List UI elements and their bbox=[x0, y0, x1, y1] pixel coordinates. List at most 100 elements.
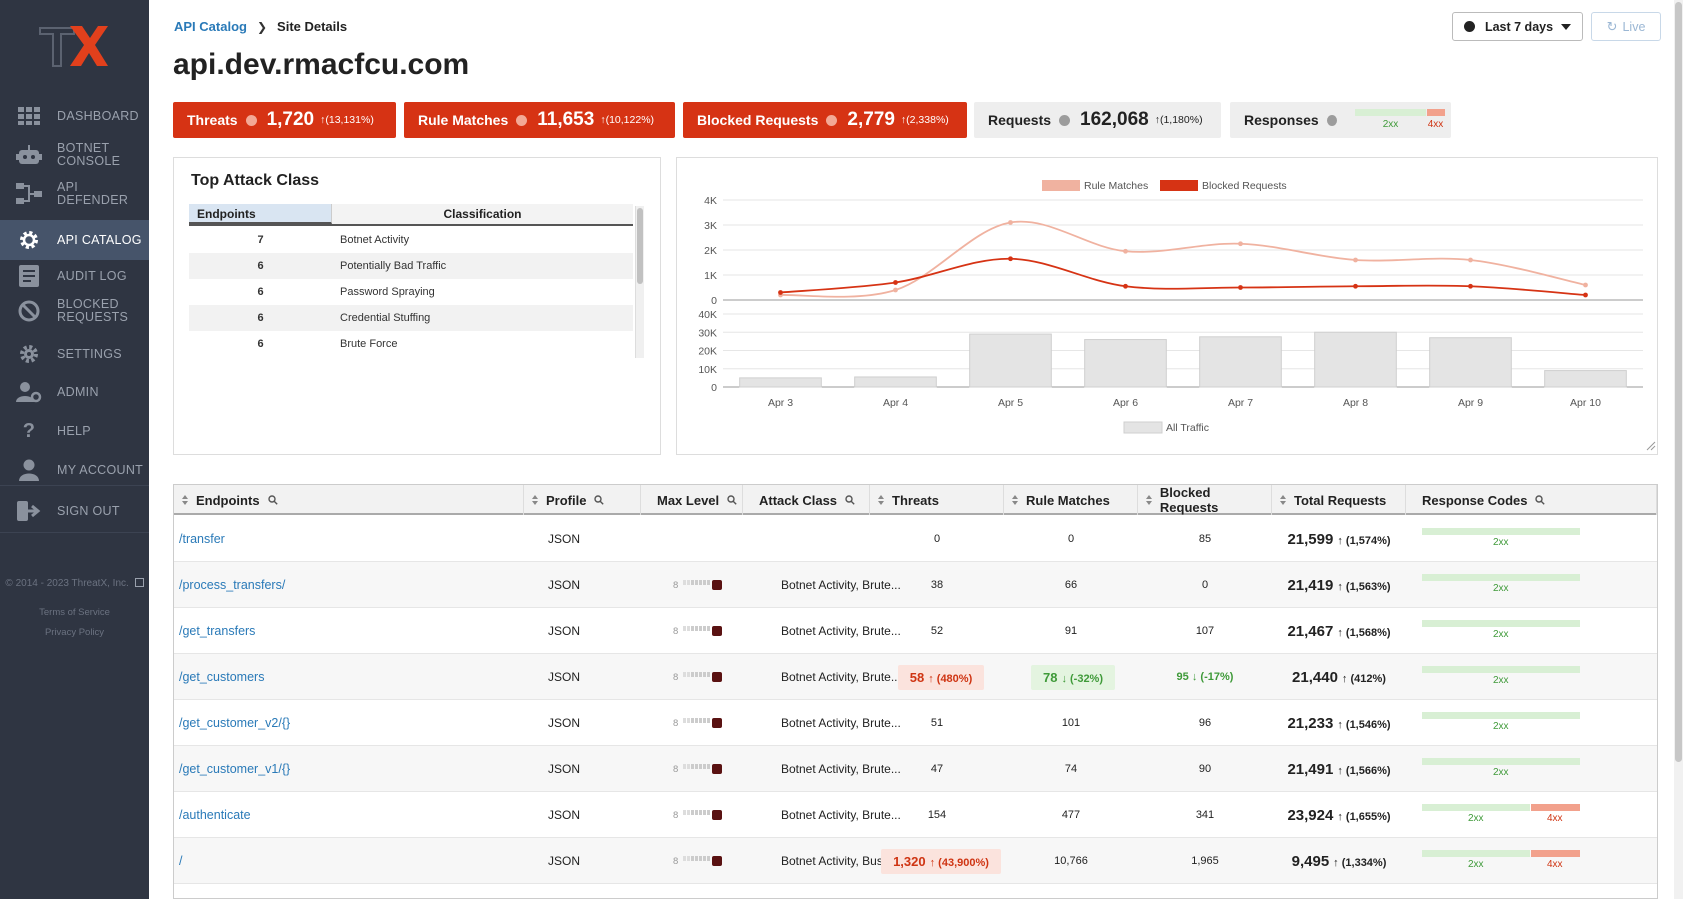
info-icon[interactable] bbox=[1326, 114, 1337, 126]
sort-icon[interactable] bbox=[1012, 495, 1020, 505]
table-row[interactable]: / JSON 8 Botnet Activity, Busin... 1,320 ↑ (4… bbox=[174, 838, 1657, 884]
sidebar-item-botnet-console[interactable]: Botnet Console bbox=[0, 141, 149, 169]
profile-cell: JSON bbox=[548, 854, 581, 868]
info-icon[interactable] bbox=[516, 114, 528, 126]
max-level-cell: 8 bbox=[673, 700, 743, 746]
x-tick-label: Apr 10 bbox=[1570, 397, 1601, 409]
caret-down-icon bbox=[1561, 23, 1572, 30]
panel-title: Top Attack Class bbox=[191, 172, 320, 189]
metric-value: 2,779 bbox=[847, 109, 895, 130]
series-line-blocked-requests bbox=[780, 257, 1586, 296]
metric-requests[interactable]: Requests 162,068 ↑(1,180%) bbox=[974, 102, 1221, 138]
threatx-logo[interactable] bbox=[38, 22, 108, 70]
sidebar-item-dashboard[interactable]: Dashboard bbox=[0, 102, 149, 130]
max-level-cell: 8 bbox=[673, 838, 743, 884]
response-2xx-label: 2xx bbox=[1493, 675, 1509, 686]
table-row[interactable]: /get_customers JSON 8 Botnet Activity, Brut… bbox=[174, 654, 1657, 700]
table-row[interactable]: /transfer JSON 0 0 85 21,599 ↑ (1,574%) 2xx bbox=[174, 516, 1657, 562]
attack-row[interactable]: 6 Password Spraying bbox=[189, 279, 633, 305]
col-rule-matches[interactable]: Rule Matches bbox=[1004, 485, 1138, 515]
info-icon[interactable] bbox=[826, 114, 838, 126]
sort-icon[interactable] bbox=[878, 495, 886, 505]
sidebar-item-blocked-requests[interactable]: Blocked Requests bbox=[0, 297, 149, 325]
profile-cell: JSON bbox=[548, 532, 581, 546]
terms-link[interactable]: Terms of Service bbox=[0, 607, 149, 618]
search-icon[interactable] bbox=[727, 495, 737, 505]
breadcrumb-site-details: Site Details bbox=[277, 19, 348, 34]
col-attack-class[interactable]: Attack Class bbox=[743, 485, 870, 515]
attack-row[interactable]: 7 Botnet Activity bbox=[189, 227, 633, 253]
attack-row[interactable]: 6 Potentially Bad Traffic bbox=[189, 253, 633, 279]
user-icon bbox=[16, 457, 42, 483]
column-label: Total Requests bbox=[1294, 492, 1387, 508]
table-row[interactable]: /get_transfers JSON 8 Botnet Activity, Brut… bbox=[174, 608, 1657, 654]
table-row[interactable]: /authenticate JSON 8 Botnet Activity, Brute… bbox=[174, 792, 1657, 838]
live-button[interactable]: ↻ Live bbox=[1591, 12, 1661, 41]
page-scrollbar[interactable] bbox=[1674, 0, 1683, 899]
traffic-bar bbox=[1429, 337, 1512, 388]
sort-icon[interactable] bbox=[1146, 495, 1154, 505]
sidebar-item-my-account[interactable]: My Account bbox=[0, 456, 149, 484]
sidebar-item-help[interactable]: ? Help bbox=[0, 417, 149, 445]
col-profile[interactable]: Profile bbox=[524, 485, 641, 515]
col-max-level[interactable]: Max Level bbox=[641, 485, 743, 515]
privacy-link[interactable]: Privacy Policy bbox=[0, 627, 149, 638]
gear-icon bbox=[16, 227, 42, 253]
table-row[interactable]: /get_customer_v1/{} JSON 8 Botnet Activity,… bbox=[174, 746, 1657, 792]
date-range-dropdown[interactable]: Last 7 days bbox=[1452, 12, 1583, 41]
metric-change: ↑(2,338%) bbox=[900, 114, 949, 126]
table-row[interactable]: /get_customer_v2/{} JSON 8 Botnet Activity,… bbox=[174, 700, 1657, 746]
response-codes-bar: 2xx bbox=[1422, 758, 1580, 784]
attack-count: 7 bbox=[257, 234, 264, 246]
response-codes-bar: 2xx bbox=[1422, 712, 1580, 738]
sort-icon[interactable] bbox=[182, 495, 190, 505]
search-icon[interactable] bbox=[267, 495, 278, 505]
col-endpoints[interactable]: Endpoints bbox=[174, 485, 524, 515]
table-row[interactable]: /process_transfers/JSON 8 Botnet Activity,… bbox=[174, 562, 1657, 608]
breadcrumb-api-catalog[interactable]: API Catalog bbox=[174, 19, 247, 34]
endpoint-link[interactable]: / bbox=[179, 838, 519, 884]
endpoint-link[interactable]: /get_customer_v1/{} bbox=[179, 746, 519, 792]
attack-table-scrollbar[interactable] bbox=[635, 206, 644, 358]
endpoint-link[interactable]: /get_customers bbox=[179, 654, 519, 700]
endpoint-link[interactable]: /get_customer_v2/{} bbox=[179, 700, 519, 746]
sidebar-item-audit-log[interactable]: Audit Log bbox=[0, 262, 149, 290]
traffic-bar bbox=[1199, 336, 1282, 388]
sidebar-item-api-catalog[interactable]: API Catalog bbox=[0, 220, 149, 260]
col-threats[interactable]: Threats bbox=[870, 485, 1004, 515]
endpoint-link[interactable]: /process_transfers/ bbox=[179, 562, 519, 608]
metric-threats[interactable]: Threats 1,720 ↑(13,131%) bbox=[173, 102, 396, 138]
blocked-requests-cell: 85 bbox=[1198, 533, 1212, 545]
endpoint-link[interactable]: /transfer bbox=[179, 516, 519, 562]
col-blocked-requests[interactable]: Blocked Requests bbox=[1138, 485, 1272, 515]
col-classification[interactable]: Classification bbox=[332, 204, 633, 224]
attack-class: Brute Force bbox=[340, 338, 398, 350]
metric-value: 162,068 bbox=[1080, 109, 1149, 130]
sort-icon[interactable] bbox=[532, 495, 540, 505]
search-icon[interactable] bbox=[594, 495, 605, 505]
attack-row[interactable]: 6 Credential Stuffing bbox=[189, 305, 633, 331]
col-total-requests[interactable]: Total Requests bbox=[1272, 485, 1406, 515]
info-icon[interactable] bbox=[245, 114, 257, 126]
endpoint-link[interactable]: /get_transfers bbox=[179, 608, 519, 654]
sort-icon[interactable] bbox=[1280, 495, 1288, 505]
search-icon[interactable] bbox=[845, 495, 855, 505]
metric-responses[interactable]: Responses 2xx 4xx bbox=[1230, 102, 1451, 138]
col-endpoints[interactable]: Endpoints bbox=[189, 204, 332, 224]
endpoint-link[interactable]: /authenticate bbox=[179, 792, 519, 838]
attack-row[interactable]: 6 Brute Force bbox=[189, 331, 633, 357]
max-level-cell: 8 bbox=[673, 562, 743, 608]
col-response-codes[interactable]: Response Codes bbox=[1406, 485, 1657, 515]
series-point bbox=[778, 290, 783, 295]
metric-blocked-requests[interactable]: Blocked Requests 2,779 ↑(2,338%) bbox=[683, 102, 967, 138]
search-icon[interactable] bbox=[1535, 495, 1546, 505]
series-point bbox=[1008, 220, 1013, 225]
metric-rule-matches[interactable]: Rule Matches 11,653 ↑(10,122%) bbox=[404, 102, 675, 138]
sidebar-item-label: API Defender bbox=[57, 180, 129, 207]
sidebar-item-admin[interactable]: Admin bbox=[0, 378, 149, 406]
info-icon[interactable] bbox=[1059, 114, 1071, 126]
bottom-y-tick: 20K bbox=[698, 346, 717, 358]
sidebar-item-settings[interactable]: Settings bbox=[0, 340, 149, 368]
sidebar-item-sign-out[interactable]: Sign Out bbox=[0, 497, 149, 525]
sidebar-item-api-defender[interactable]: API Defender bbox=[0, 180, 149, 208]
